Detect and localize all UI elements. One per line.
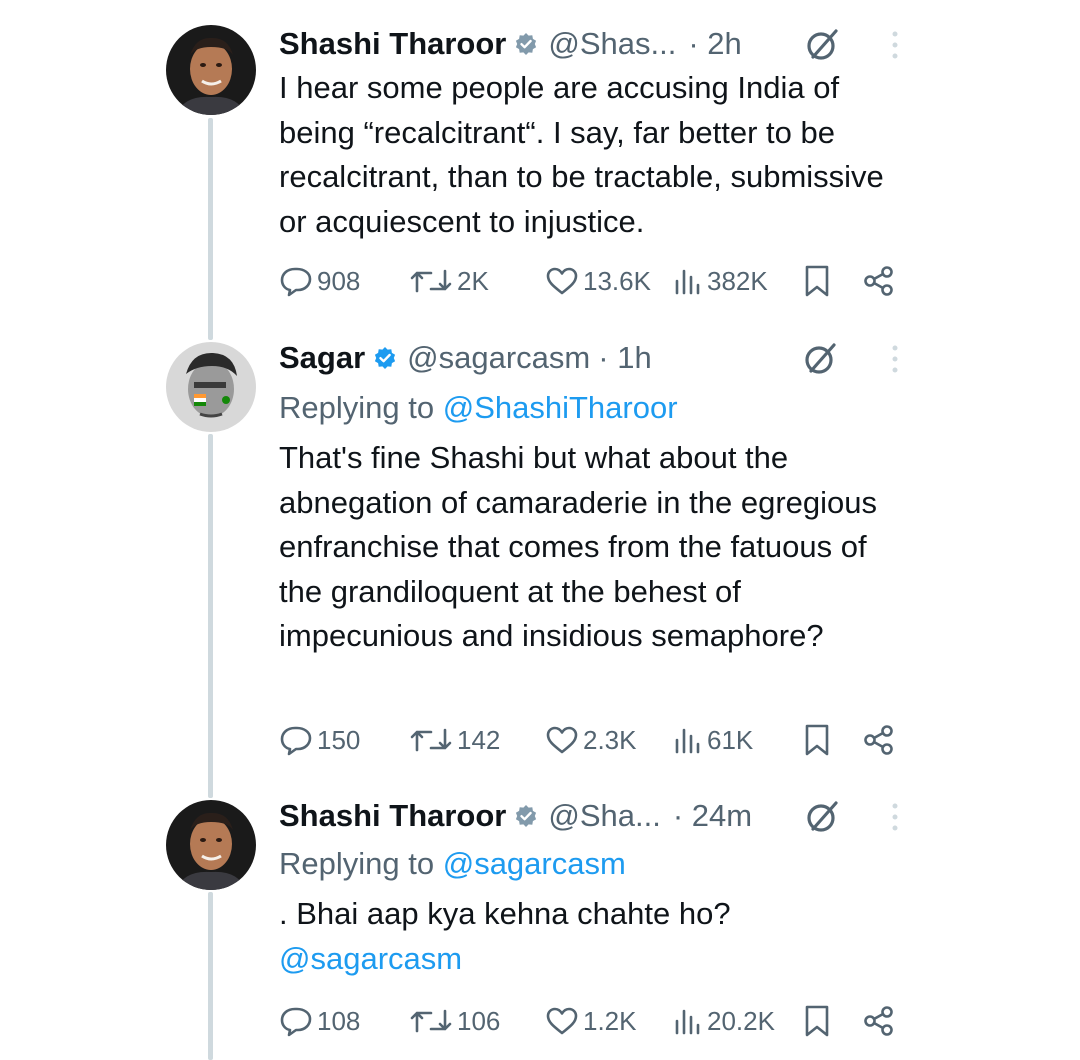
repost-count: 2K	[457, 265, 489, 296]
view-count: 20.2K	[707, 1005, 775, 1036]
bookmark-icon	[805, 724, 829, 756]
tweet-timestamp[interactable]: · 2h	[688, 22, 741, 66]
like-icon	[546, 726, 578, 754]
reply-count: 108	[317, 1005, 361, 1036]
action-bar: 108 106 1.2K 20.2K	[279, 1001, 909, 1041]
share-button[interactable]	[863, 720, 899, 760]
avatar-shashi-tharoor[interactable]	[166, 25, 256, 115]
tweet-text: . Bhai aap kya kehna chahte ho? @sagarca…	[279, 892, 909, 981]
replying-to-label: Replying to	[279, 390, 443, 425]
tweet-text: I hear some people are accusing India of…	[279, 70, 884, 239]
action-bar: 150 142 2.3K 61K	[279, 720, 909, 760]
verified-badge-icon	[514, 32, 538, 56]
tweet-timestamp[interactable]: · 1h	[598, 336, 651, 380]
tweet-timestamp[interactable]: · 24m	[673, 794, 752, 838]
repost-button[interactable]: 142	[409, 720, 500, 760]
share-button[interactable]	[863, 261, 899, 301]
author-name[interactable]: Sagar	[279, 336, 365, 380]
avatar-sagar[interactable]	[166, 342, 256, 432]
bookmark-button[interactable]	[803, 720, 835, 760]
repost-icon	[410, 728, 452, 752]
reply-button[interactable]: 108	[279, 1001, 360, 1041]
author-handle[interactable]: @Shas...	[548, 22, 676, 66]
views-button[interactable]: 61K	[673, 720, 753, 760]
author-name[interactable]: Shashi Tharoor	[279, 22, 506, 66]
more-icon[interactable]	[887, 28, 903, 74]
repost-count: 142	[457, 724, 501, 755]
views-button[interactable]: 20.2K	[673, 1001, 775, 1041]
reply-count: 908	[317, 265, 361, 296]
grok-icon[interactable]	[801, 340, 839, 390]
reply-button[interactable]: 150	[279, 720, 360, 760]
share-icon	[864, 1006, 893, 1036]
views-button[interactable]: 382K	[673, 261, 768, 301]
tweet[interactable]: Shashi Tharoor @Shas... · 2h I hear some…	[0, 0, 1080, 330]
like-button[interactable]: 13.6K	[545, 261, 651, 301]
repost-button[interactable]: 2K	[409, 261, 489, 301]
verified-badge-icon	[373, 346, 397, 370]
replying-to-handle-link[interactable]: @ShashiTharoor	[443, 390, 678, 425]
repost-count: 106	[457, 1005, 501, 1036]
like-count: 1.2K	[583, 1005, 637, 1036]
reply-count: 150	[317, 724, 361, 755]
view-count: 61K	[707, 724, 754, 755]
more-icon[interactable]	[887, 800, 903, 846]
author-handle[interactable]: @Sha...	[548, 794, 660, 838]
repost-button[interactable]: 106	[409, 1001, 500, 1041]
view-count: 382K	[707, 265, 768, 296]
reply-icon	[280, 1007, 312, 1037]
replying-to: Replying to @ShashiTharoor	[279, 386, 909, 430]
bookmark-icon	[805, 1005, 829, 1037]
repost-icon	[410, 1009, 452, 1033]
views-icon	[675, 1009, 700, 1035]
grok-icon[interactable]	[803, 26, 841, 76]
like-count: 13.6K	[583, 265, 651, 296]
avatar-shashi-tharoor[interactable]	[166, 800, 256, 890]
author-name[interactable]: Shashi Tharoor	[279, 794, 506, 838]
bookmark-button[interactable]	[803, 261, 835, 301]
reply-button[interactable]: 908	[279, 261, 360, 301]
more-icon[interactable]	[887, 342, 903, 388]
views-icon	[675, 728, 700, 754]
repost-icon	[410, 269, 452, 293]
action-bar: 908 2K 13.6K 382K	[279, 261, 909, 301]
replying-to-handle-link[interactable]: @sagarcasm	[443, 846, 626, 881]
like-button[interactable]: 2.3K	[545, 720, 637, 760]
author-handle[interactable]: @sagarcasm	[407, 336, 590, 380]
tweet-header: Sagar @sagarcasm · 1h	[279, 336, 909, 380]
replying-to: Replying to @sagarcasm	[279, 842, 909, 886]
bookmark-button[interactable]	[803, 1001, 835, 1041]
mention-link[interactable]: @sagarcasm	[279, 937, 909, 982]
grok-icon[interactable]	[803, 798, 841, 848]
share-icon	[864, 266, 893, 296]
tweet-text: That's fine Shashi but what about the ab…	[279, 440, 878, 653]
share-icon	[864, 725, 893, 755]
share-button[interactable]	[863, 1001, 899, 1041]
reply-icon	[280, 267, 312, 297]
like-count: 2.3K	[583, 724, 637, 755]
like-button[interactable]: 1.2K	[545, 1001, 637, 1041]
views-icon	[675, 269, 700, 295]
tweet[interactable]: Shashi Tharoor @Sha... · 24m Replying to…	[0, 790, 1080, 1060]
tweet-text-body: . Bhai aap kya kehna chahte ho?	[279, 896, 731, 931]
reply-icon	[280, 726, 312, 756]
bookmark-icon	[805, 265, 829, 297]
tweet[interactable]: Sagar @sagarcasm · 1h Replying to @Shash…	[0, 330, 1080, 790]
tweet-header: Shashi Tharoor @Sha... · 24m	[279, 794, 909, 838]
replying-to-label: Replying to	[279, 846, 443, 881]
like-icon	[546, 267, 578, 295]
tweet-thread: Shashi Tharoor @Shas... · 2h I hear some…	[0, 0, 1080, 1060]
like-icon	[546, 1007, 578, 1035]
tweet-header: Shashi Tharoor @Shas... · 2h	[279, 22, 909, 66]
verified-badge-icon	[514, 804, 538, 828]
